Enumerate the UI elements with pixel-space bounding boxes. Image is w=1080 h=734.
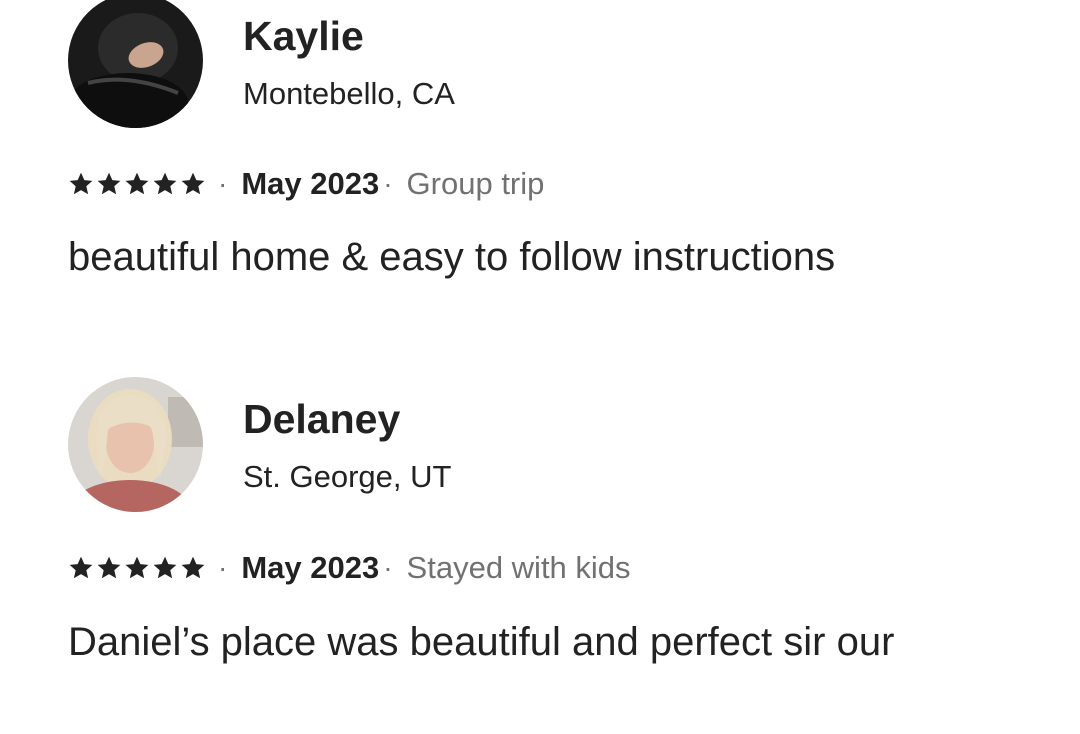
avatar[interactable]	[68, 0, 203, 128]
review-text: Daniel’s place was beautiful and perfect…	[68, 620, 895, 664]
reviewer-location: Montebello, CA	[243, 76, 455, 111]
review-meta: · May 2023 · Group trip	[68, 166, 544, 202]
separator-dot: ·	[218, 552, 228, 583]
review-text: beautiful home & easy to follow instruct…	[68, 235, 836, 279]
reviewer-name: Kaylie	[243, 13, 364, 59]
star-rating	[68, 171, 206, 197]
separator-dot: ·	[383, 168, 393, 199]
star-icon	[97, 556, 121, 579]
review-date: May 2023	[241, 550, 380, 585]
star-icon	[181, 172, 205, 195]
star-icon	[97, 172, 121, 195]
review-meta: · May 2023 · Stayed with kids	[68, 550, 631, 586]
star-icon	[69, 172, 93, 195]
trip-type: Group trip	[406, 166, 545, 201]
reviewer-name: Delaney	[243, 396, 401, 442]
separator-dot: ·	[218, 168, 228, 199]
star-icon	[153, 556, 177, 579]
star-rating	[68, 555, 206, 581]
star-icon	[153, 172, 177, 195]
star-icon	[181, 556, 205, 579]
star-icon	[69, 556, 93, 579]
review-date: May 2023	[241, 166, 380, 201]
separator-dot: ·	[383, 552, 393, 583]
reviewer-location: St. George, UT	[243, 459, 452, 494]
avatar-photo	[68, 0, 203, 128]
star-icon	[125, 556, 149, 579]
star-icon	[125, 172, 149, 195]
trip-type: Stayed with kids	[406, 550, 631, 585]
avatar-photo	[68, 377, 203, 512]
avatar[interactable]	[68, 377, 203, 512]
